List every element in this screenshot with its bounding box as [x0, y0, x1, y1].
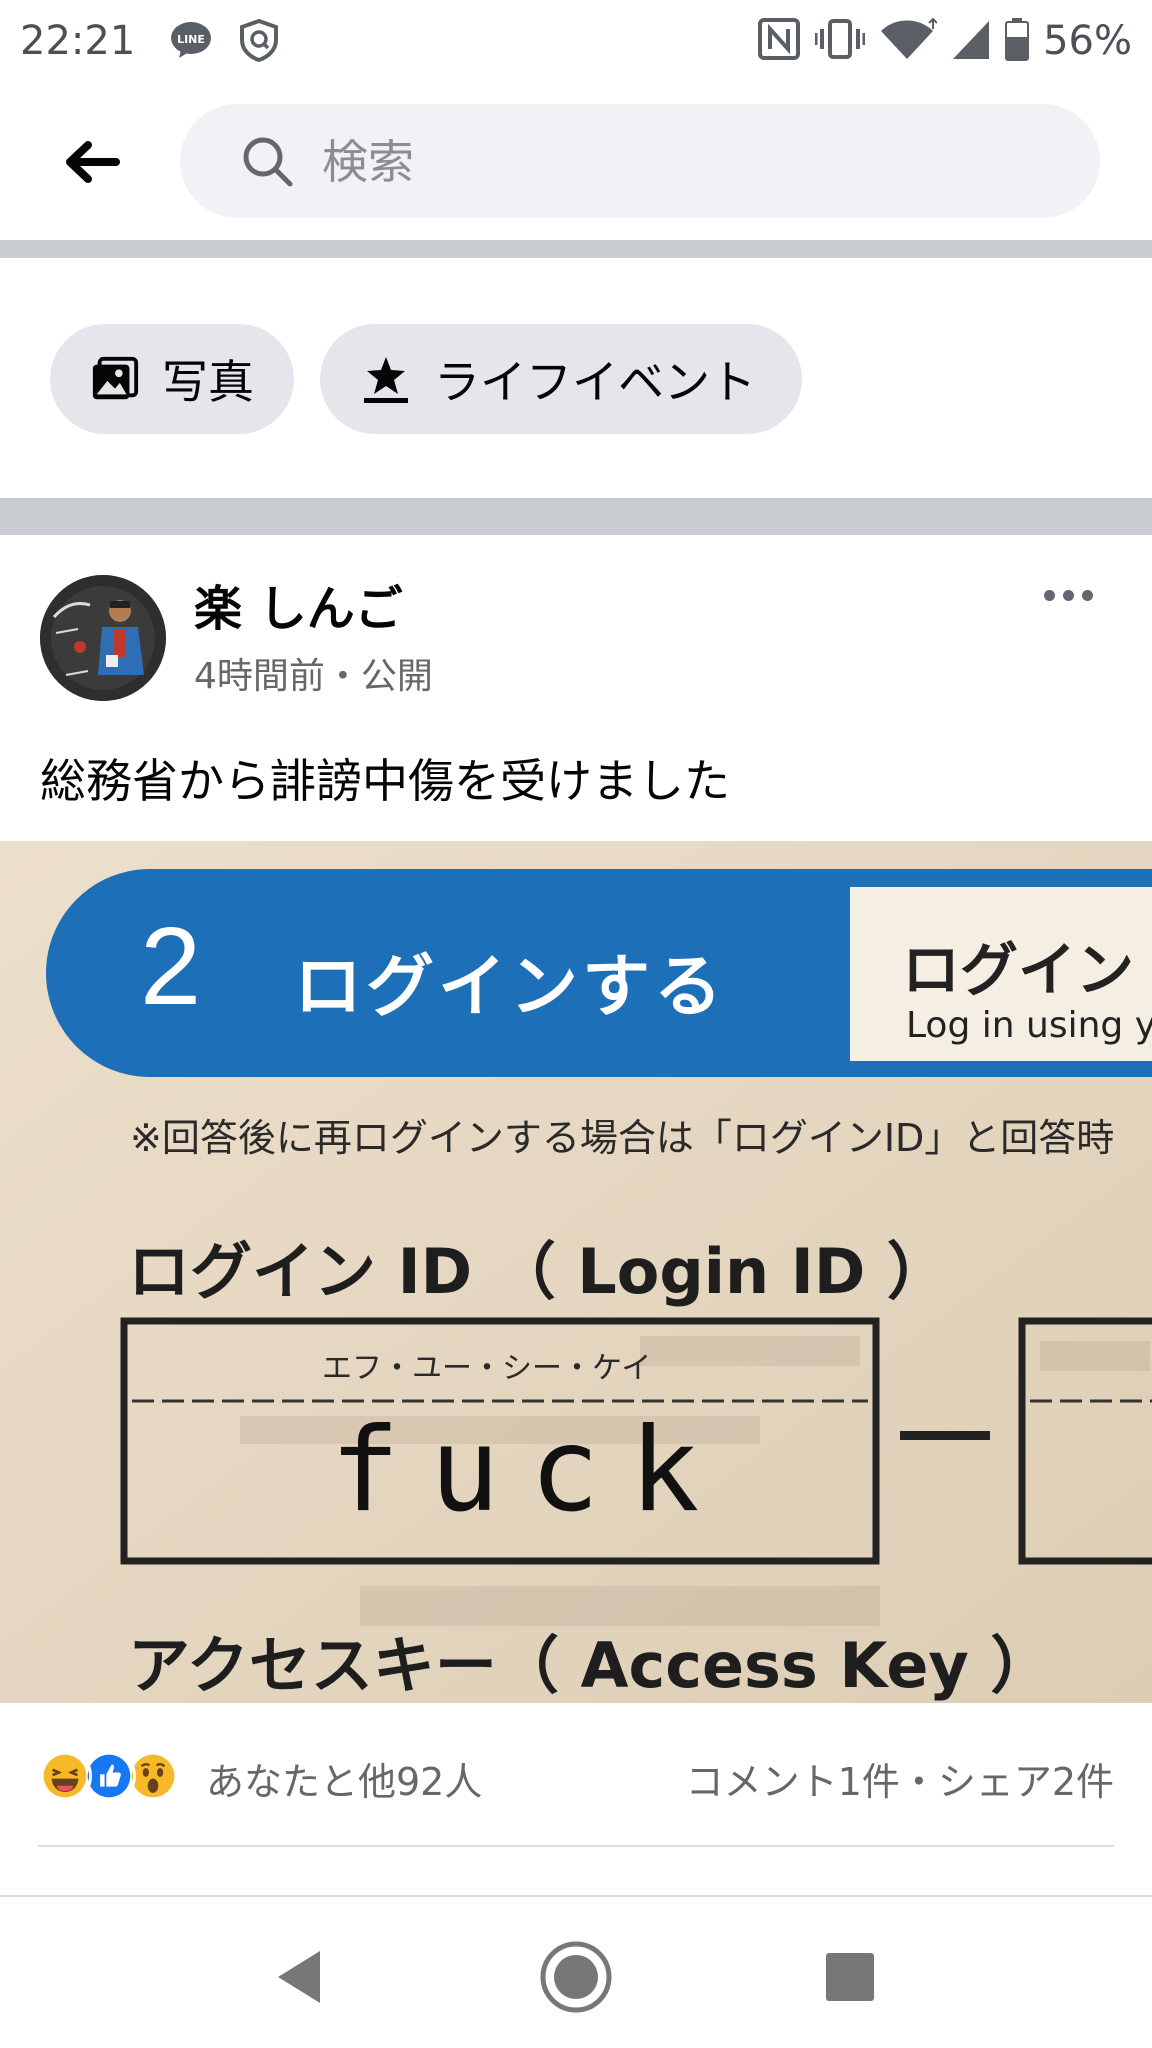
home-nav-icon	[540, 1941, 612, 2013]
status-time: 22:21	[20, 18, 136, 64]
comments-shares-count[interactable]: コメント1件・シェア2件	[686, 1751, 1114, 1806]
more-options-button[interactable]	[1028, 575, 1108, 615]
access-key-label: アクセスキー（ Access Key ）	[128, 1629, 1053, 1702]
photos-chip[interactable]: 写真	[50, 324, 294, 434]
search-header: 検索	[0, 82, 1152, 240]
login-id-label: ログイン ID （ Login ID ）	[128, 1235, 949, 1308]
nfc-icon	[757, 17, 801, 65]
photos-chip-label: 写真	[162, 355, 254, 409]
section-divider	[0, 240, 1152, 258]
avatar[interactable]	[40, 575, 166, 701]
cell-signal-icon	[951, 17, 991, 65]
step-title: ログインする	[294, 948, 727, 1027]
life-event-icon	[364, 357, 408, 403]
nav-recents-button[interactable]	[800, 1927, 900, 2027]
status-bar: 22:21 LINE 56%	[0, 0, 1152, 82]
field-value: fuck	[330, 1403, 730, 1538]
haha-reaction-icon	[38, 1749, 92, 1803]
wifi-icon	[879, 17, 938, 65]
section-divider	[0, 498, 1152, 535]
back-button[interactable]	[52, 122, 132, 202]
svg-text:LINE: LINE	[177, 33, 205, 46]
life-event-chip-label: ライフイベント	[434, 355, 756, 409]
nav-home-button[interactable]	[526, 1927, 626, 2027]
back-nav-icon	[278, 1951, 320, 2003]
profile-chip-row: 写真 ライフイベント	[0, 258, 1152, 498]
search-input[interactable]: 検索	[180, 104, 1100, 218]
reaction-icons[interactable]	[38, 1749, 198, 1803]
field-furigana: エフ・ユー・シー・ケイ	[322, 1351, 652, 1386]
life-event-chip[interactable]: ライフイベント	[320, 324, 802, 434]
status-icons: 56%	[757, 16, 1132, 66]
post-text: 総務省から誹謗中傷を受けました	[40, 754, 730, 808]
photos-icon	[92, 356, 139, 400]
search-placeholder: 検索	[322, 135, 414, 189]
nav-back-button[interactable]	[248, 1927, 348, 2027]
back-arrow-icon	[66, 141, 120, 183]
post-meta: 4時間前・公開	[194, 656, 433, 697]
post-card: 楽 しんご 4時間前・公開 総務省から誹謗中傷を受けました 2 ログインする ロ…	[0, 535, 1152, 1895]
recents-nav-icon	[826, 1953, 874, 2001]
reactions-count[interactable]: あなたと他92人	[206, 1751, 482, 1806]
reactions-row: あなたと他92人 コメント1件・シェア2件	[0, 1703, 1152, 1841]
side-panel-subtitle: Log in using yo	[906, 1005, 1152, 1046]
step-number: 2	[140, 905, 202, 1028]
side-panel-title: ログイン	[902, 936, 1135, 1004]
vibrate-icon	[814, 17, 866, 65]
post-author-name[interactable]: 楽 しんご	[194, 569, 403, 639]
search-icon	[243, 137, 293, 187]
form-note: ※回答後に再ログインする場合は「ログインID」と回答時	[130, 1116, 1115, 1160]
shield-app-icon	[236, 18, 282, 62]
battery-percent: 56%	[1043, 18, 1132, 64]
line-app-icon: LINE	[168, 18, 214, 62]
post-divider	[38, 1845, 1114, 1847]
battery-icon	[1005, 17, 1030, 65]
system-nav-bar	[0, 1895, 1152, 2048]
more-dots-icon	[1043, 589, 1055, 601]
post-photo[interactable]: 2 ログインする ログイン Log in using yo ※回答後に再ログイン…	[0, 841, 1152, 1703]
